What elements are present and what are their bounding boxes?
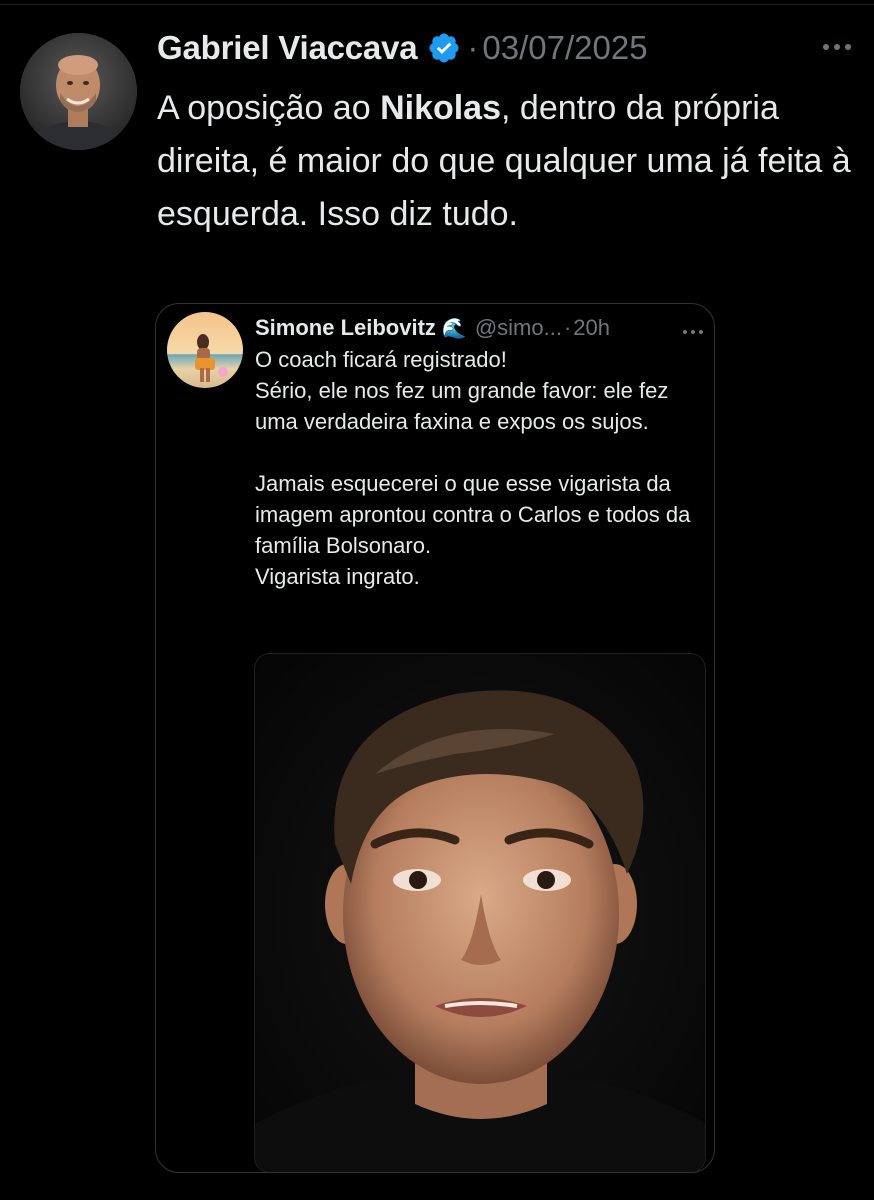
quoted-text-line: Vigarista ingrato. <box>255 564 420 589</box>
author-avatar[interactable] <box>20 33 137 150</box>
more-options-icon[interactable] <box>820 40 854 54</box>
quoted-tweet[interactable]: Simone Leibovitz 🌊 @simo... · 20h O coac… <box>155 303 715 1173</box>
tweet-text-part: A oposição ao <box>157 89 381 127</box>
quoted-tweet-header: Simone Leibovitz 🌊 @simo... · 20h <box>255 311 610 345</box>
quoted-text-line: Jamais esquecerei o que esse vigarista d… <box>255 471 691 558</box>
quoted-text-line: Sério, ele nos fez um grande favor: ele … <box>255 378 669 434</box>
quoted-text-line: O coach ficará registrado! <box>255 347 507 372</box>
verified-badge-icon <box>427 31 461 65</box>
quoted-tweet-time[interactable]: 20h <box>573 315 610 341</box>
quoted-separator-dot: · <box>563 315 572 340</box>
tweet-date[interactable]: 03/07/2025 <box>482 29 647 67</box>
quoted-author-handle[interactable]: @simo... <box>475 315 562 341</box>
tweet-text: A oposição ao Nikolas, dentro da própria… <box>157 82 857 241</box>
quoted-tweet-text: O coach ficará registrado! Sério, ele no… <box>255 344 705 592</box>
author-name[interactable]: Gabriel Viaccava <box>157 29 418 67</box>
tweet-header: Gabriel Viaccava · 03/07/2025 <box>157 24 648 72</box>
quoted-more-options-icon[interactable] <box>682 323 704 334</box>
quoted-author-name[interactable]: Simone Leibovitz <box>255 315 436 341</box>
quoted-tweet-image[interactable] <box>254 653 706 1172</box>
quoted-author-avatar[interactable] <box>167 312 243 388</box>
top-divider <box>0 4 874 5</box>
tweet-text-mention: Nikolas <box>380 89 502 127</box>
separator-dot: · <box>467 29 479 66</box>
wave-emoji: 🌊 <box>441 317 467 340</box>
